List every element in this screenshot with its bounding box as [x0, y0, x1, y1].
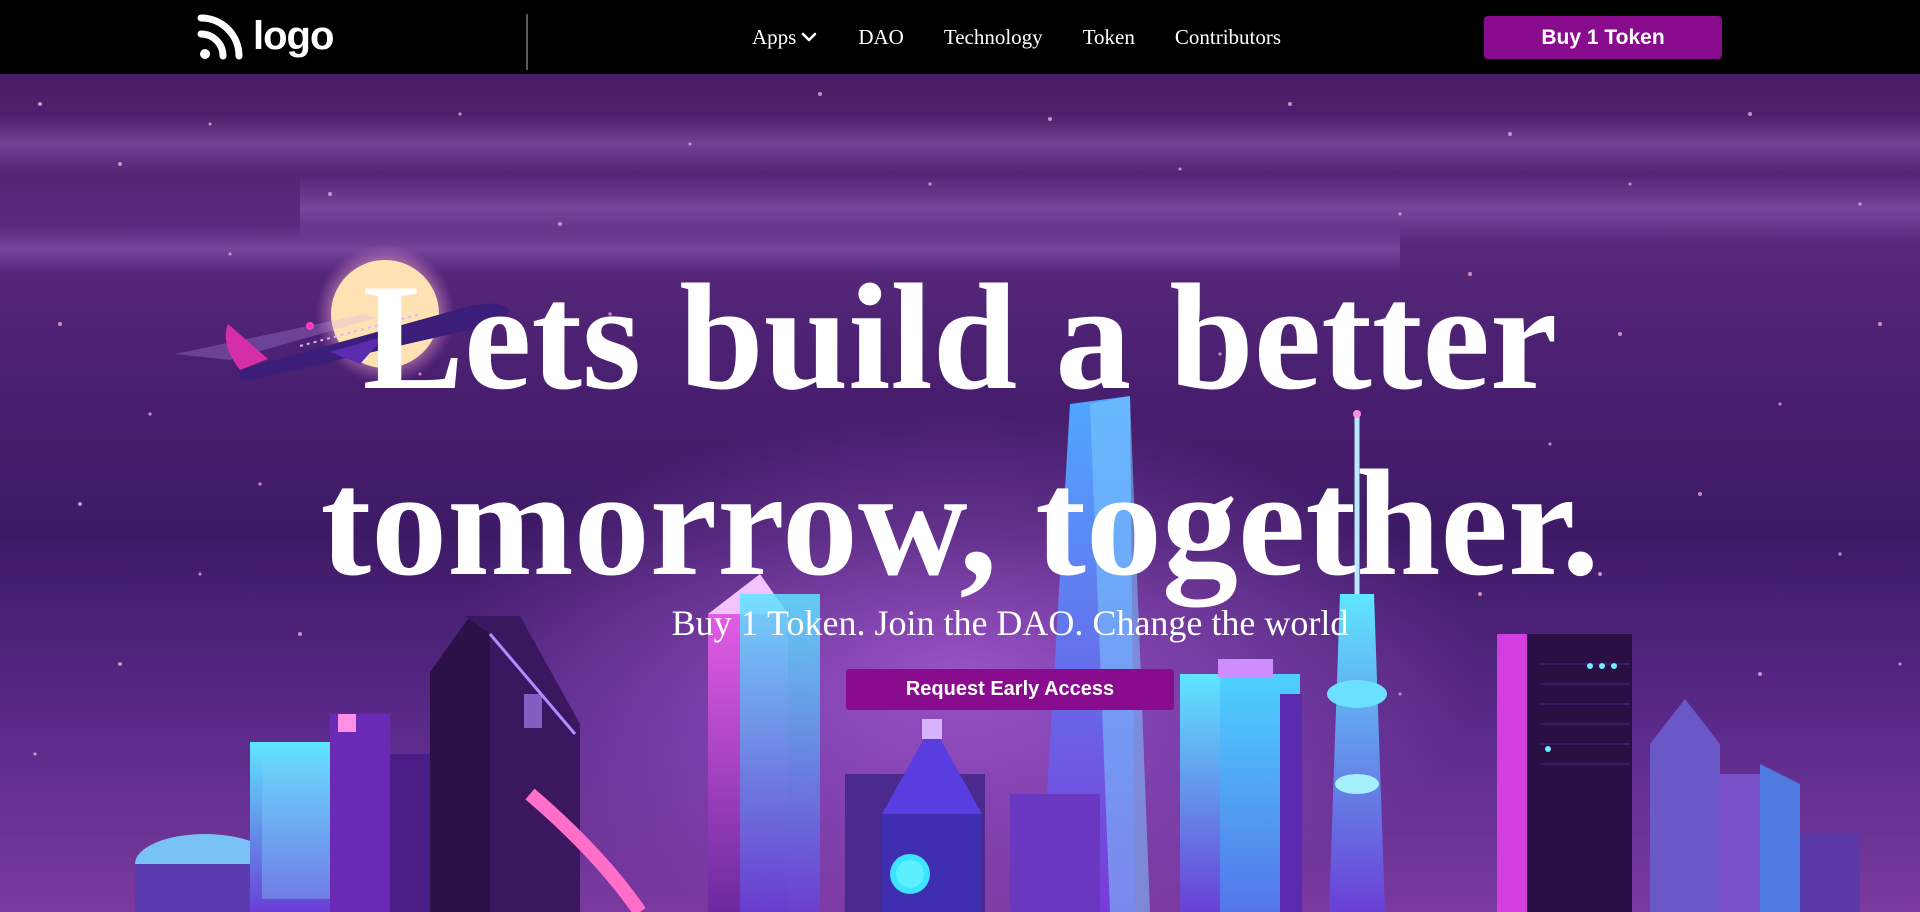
nav-item-dao[interactable]: DAO — [858, 25, 904, 50]
hero-headline-line-1: Lets build a better — [362, 253, 1558, 421]
hero-subheadline: Buy 1 Token. Join the DAO. Change the wo… — [671, 603, 1349, 643]
logo-icon — [197, 14, 243, 60]
hero-headline-line-2: tomorrow, together. — [320, 439, 1600, 607]
buy-token-button[interactable]: Buy 1 Token — [1484, 16, 1722, 59]
nav-item-technology-label: Technology — [943, 24, 1043, 49]
chevron-down-icon — [802, 32, 817, 42]
request-early-access-button[interactable]: Request Early Access — [846, 669, 1174, 710]
nav-item-token[interactable]: Token — [1083, 25, 1135, 50]
nav-item-dao-label: DAO — [858, 24, 904, 49]
nav-item-technology[interactable]: Technology — [944, 25, 1043, 50]
top-nav: logo Apps DAO Technology Token Contribut… — [0, 0, 1920, 74]
logo[interactable]: logo — [197, 8, 334, 64]
nav-item-contributors[interactable]: Contributors — [1175, 25, 1281, 50]
logo-text: logo — [253, 13, 334, 58]
nav-item-token-label: Token — [1082, 24, 1135, 49]
nav-links: Apps DAO Technology Token Contributors — [752, 0, 1321, 74]
nav-item-contributors-label: Contributors — [1174, 24, 1282, 49]
nav-divider — [526, 14, 528, 70]
nav-item-apps[interactable]: Apps — [752, 25, 818, 50]
nav-item-apps-label: Apps — [752, 24, 797, 49]
hero-headline: Lets build a better tomorrow, together. — [0, 244, 1920, 616]
hero-section: Lets build a better tomorrow, together. … — [0, 74, 1920, 912]
